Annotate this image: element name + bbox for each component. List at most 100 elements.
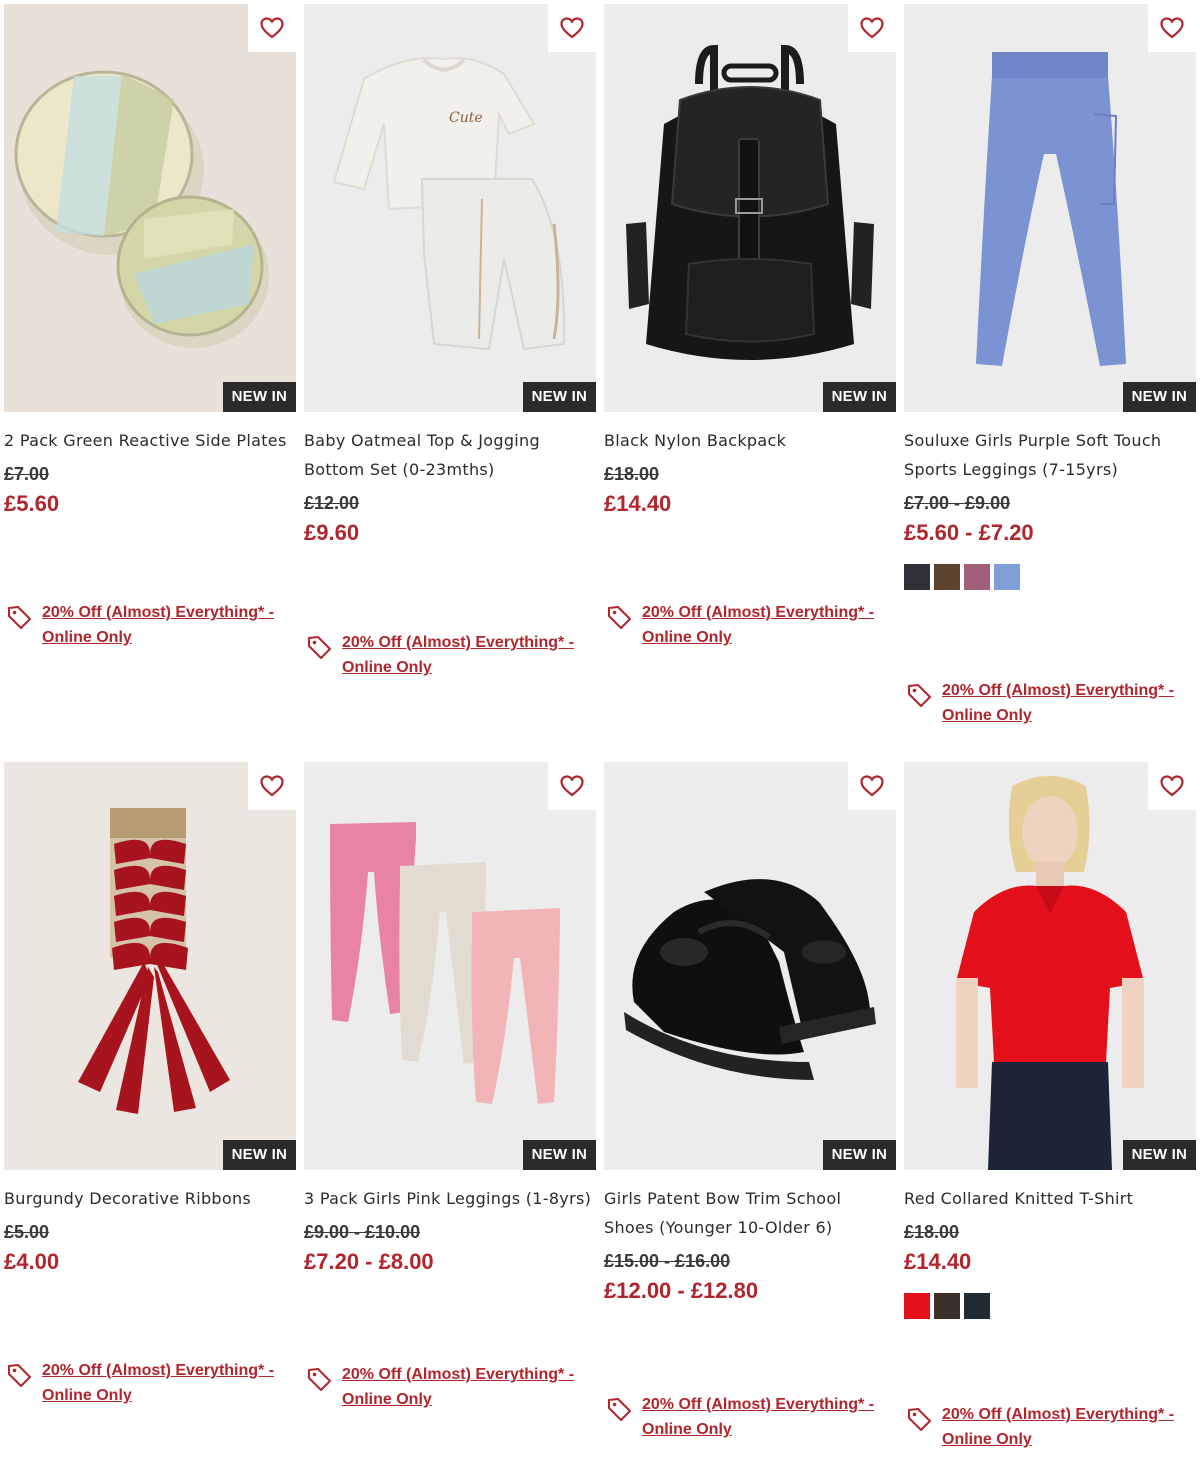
promo-text-2[interactable]: Online Only: [942, 1431, 1032, 1448]
promo-text-2[interactable]: Online Only: [342, 1391, 432, 1408]
wishlist-button[interactable]: [1148, 762, 1196, 810]
now-price: £5.60: [4, 491, 60, 516]
promo-link[interactable]: 20% Off (Almost) Everything* - Online Onl…: [4, 1358, 296, 1408]
product-card[interactable]: NEW IN Girls Patent Bow Trim School Shoe…: [604, 762, 896, 1438]
promo-text[interactable]: 20% Off (Almost) Everything* -: [342, 1366, 574, 1383]
svg-text:Cute: Cute: [449, 110, 483, 126]
pink-leggings-image: [304, 762, 596, 1170]
colour-swatch[interactable]: [934, 564, 960, 590]
colour-swatch[interactable]: [934, 1293, 960, 1319]
promo-text[interactable]: 20% Off (Almost) Everything* -: [342, 634, 574, 651]
ribbons-image: [4, 762, 296, 1170]
heart-outline-icon: [1160, 17, 1184, 39]
product-card[interactable]: Cute NEW IN Baby Oatmeal Top & Jogging B…: [304, 4, 596, 676]
wishlist-button[interactable]: [1148, 4, 1196, 52]
new-in-badge: NEW IN: [522, 1140, 596, 1170]
product-card[interactable]: NEW IN Burgundy Decorative Ribbons £5.00…: [4, 762, 296, 1404]
heart-outline-icon: [260, 775, 284, 797]
promo-text[interactable]: 20% Off (Almost) Everything* -: [42, 604, 274, 621]
promo-text-2[interactable]: Online Only: [642, 1421, 732, 1438]
red-tshirt-image: [904, 762, 1196, 1170]
school-shoes-image: [604, 762, 896, 1170]
now-price: £12.00 - £12.80: [604, 1278, 759, 1303]
new-in-badge: NEW IN: [1122, 1140, 1196, 1170]
colour-swatch[interactable]: [964, 564, 990, 590]
promo-link[interactable]: 20% Off (Almost) Everything* - Online Onl…: [904, 1402, 1196, 1452]
was-price: £9.00 - £10.00: [304, 1222, 421, 1242]
product-title[interactable]: 2 Pack Green Reactive Side Plates: [4, 426, 296, 455]
price-tag-icon: [8, 606, 31, 629]
colour-swatch[interactable]: [994, 564, 1020, 590]
promo-link[interactable]: 20% Off (Almost) Everything* - Online Onl…: [904, 678, 1196, 728]
product-title[interactable]: Baby Oatmeal Top & Jogging Bottom Set (0…: [304, 426, 596, 484]
product-card[interactable]: NEW IN Black Nylon Backpack £18.00 £14.4…: [604, 4, 896, 646]
wishlist-button[interactable]: [848, 4, 896, 52]
price-tag-icon: [908, 1408, 931, 1431]
heart-outline-icon: [860, 17, 884, 39]
price-tag-icon: [8, 1364, 31, 1387]
product-image[interactable]: NEW IN: [604, 4, 896, 412]
product-card[interactable]: NEW IN 3 Pack Girls Pink Leggings (1-8yr…: [304, 762, 596, 1408]
wishlist-button[interactable]: [548, 762, 596, 810]
product-title[interactable]: Burgundy Decorative Ribbons: [4, 1184, 296, 1213]
promo-text-2[interactable]: Online Only: [42, 1387, 132, 1404]
wishlist-button[interactable]: [548, 4, 596, 52]
promo-text[interactable]: 20% Off (Almost) Everything* -: [942, 1406, 1174, 1423]
wishlist-button[interactable]: [248, 762, 296, 810]
backpack-image: [604, 4, 896, 412]
product-image[interactable]: NEW IN: [904, 4, 1196, 412]
product-image[interactable]: NEW IN: [4, 4, 296, 412]
product-card[interactable]: NEW IN Souluxe Girls Purple Soft Touch S…: [904, 4, 1196, 724]
heart-outline-icon: [260, 17, 284, 39]
promo-link[interactable]: 20% Off (Almost) Everything* - Online Onl…: [304, 630, 596, 680]
promo-text-2[interactable]: Online Only: [342, 659, 432, 676]
product-title[interactable]: Souluxe Girls Purple Soft Touch Sports L…: [904, 426, 1196, 484]
product-title[interactable]: 3 Pack Girls Pink Leggings (1-8yrs): [304, 1184, 596, 1213]
product-image[interactable]: Cute NEW IN: [304, 4, 596, 412]
side-plates-image: [4, 4, 296, 412]
product-card[interactable]: NEW IN 2 Pack Green Reactive Side Plates…: [4, 4, 296, 646]
was-price: £5.00: [4, 1222, 50, 1242]
promo-link[interactable]: 20% Off (Almost) Everything* - Online Onl…: [4, 600, 296, 650]
colour-swatch[interactable]: [904, 1293, 930, 1319]
new-in-badge: NEW IN: [222, 1140, 296, 1170]
price-tag-icon: [608, 1398, 631, 1421]
promo-link[interactable]: 20% Off (Almost) Everything* - Online Onl…: [604, 600, 896, 650]
promo-text[interactable]: 20% Off (Almost) Everything* -: [942, 682, 1174, 699]
now-price: £5.60 - £7.20: [904, 520, 1034, 545]
product-title[interactable]: Black Nylon Backpack: [604, 426, 896, 455]
product-image[interactable]: NEW IN: [604, 762, 896, 1170]
now-price: £14.40: [904, 1249, 972, 1274]
product-image[interactable]: NEW IN: [904, 762, 1196, 1170]
promo-text-2[interactable]: Online Only: [642, 629, 732, 646]
promo-text-2[interactable]: Online Only: [42, 629, 132, 646]
was-price: £18.00: [904, 1222, 960, 1242]
colour-swatches: [904, 564, 1196, 590]
promo-text[interactable]: 20% Off (Almost) Everything* -: [42, 1362, 274, 1379]
product-title[interactable]: Red Collared Knitted T-Shirt: [904, 1184, 1196, 1213]
price-tag-icon: [308, 636, 331, 659]
colour-swatch[interactable]: [964, 1293, 990, 1319]
product-title[interactable]: Girls Patent Bow Trim School Shoes (Youn…: [604, 1184, 896, 1242]
wishlist-button[interactable]: [248, 4, 296, 52]
product-image[interactable]: NEW IN: [4, 762, 296, 1170]
heart-outline-icon: [1160, 775, 1184, 797]
product-card[interactable]: NEW IN Red Collared Knitted T-Shirt £18.…: [904, 762, 1196, 1448]
wishlist-button[interactable]: [848, 762, 896, 810]
colour-swatch[interactable]: [904, 564, 930, 590]
product-image[interactable]: NEW IN: [304, 762, 596, 1170]
new-in-badge: NEW IN: [822, 382, 896, 412]
now-price: £4.00: [4, 1249, 60, 1274]
promo-text[interactable]: 20% Off (Almost) Everything* -: [642, 604, 874, 621]
price-tag-icon: [308, 1368, 331, 1391]
new-in-badge: NEW IN: [222, 382, 296, 412]
new-in-badge: NEW IN: [522, 382, 596, 412]
promo-text[interactable]: 20% Off (Almost) Everything* -: [642, 1396, 874, 1413]
baby-set-image: Cute: [304, 4, 596, 412]
heart-outline-icon: [560, 17, 584, 39]
promo-text-2[interactable]: Online Only: [942, 707, 1032, 724]
promo-link[interactable]: 20% Off (Almost) Everything* - Online Onl…: [604, 1392, 896, 1442]
promo-link[interactable]: 20% Off (Almost) Everything* - Online Onl…: [304, 1362, 596, 1412]
heart-outline-icon: [860, 775, 884, 797]
now-price: £9.60: [304, 520, 360, 545]
